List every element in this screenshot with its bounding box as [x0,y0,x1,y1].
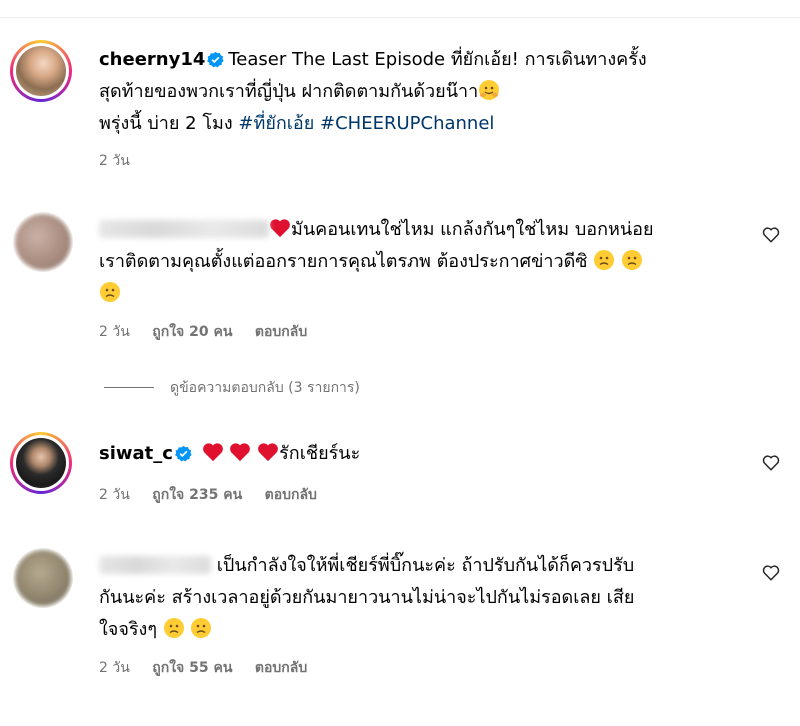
caption-text: พรุ่งนี้ บ่าย 2 โมง [99,113,233,134]
like-heart-icon[interactable] [762,564,782,584]
comment-time[interactable]: 2 วัน [99,324,130,340]
comment-text: กันนะค่ะ สร้างเวลาอยู่ด้วยกันมายาวนานไม่… [99,587,635,608]
comment-text: เราติดตามคุณตั้งแต่ออกรายการคุณไตรภพ ต้อ… [99,251,588,272]
avatar [16,438,66,488]
red-heart-icon [202,441,224,473]
comment-username[interactable]: siwat_c [99,443,173,464]
comment-text: รักเชียร์นะ [279,443,361,464]
sad-face-icon [191,618,212,638]
story-ring[interactable] [10,432,72,494]
sad-face-icon [163,618,184,638]
avatar [16,46,66,96]
divider [0,17,800,18]
red-heart-icon [229,441,251,473]
reply-button[interactable]: ตอบกลับ [265,487,317,503]
likes-count[interactable]: ถูกใจ 55 คน [152,660,232,676]
comment-text: เป็นกำลังใจให้พี่เชียร์พี่บิ๊กนะค่ะ ถ้าป… [216,555,635,576]
replies-line [104,387,154,388]
hugging-face-icon [479,80,500,100]
sad-face-icon [594,250,615,270]
post-time[interactable]: 2 วัน [99,153,130,169]
comment-time[interactable]: 2 วัน [99,660,130,676]
sad-face-icon [621,250,642,270]
avatar[interactable] [13,212,73,272]
like-heart-icon[interactable] [762,454,782,474]
comment-time[interactable]: 2 วัน [99,487,130,503]
red-heart-icon [269,217,291,249]
comment-text: ใจจริงๆ [99,619,158,640]
view-replies-label: ดูข้อความตอบกลับ (3 รายการ) [170,380,360,396]
blurred-username [99,556,211,574]
red-heart-icon [257,441,279,473]
caption-text: สุดท้ายของพวกเราที่ญี่ปุ่น ฝากติดตามกันด… [99,81,479,102]
reply-button[interactable]: ตอบกลับ [255,324,307,340]
story-ring[interactable] [10,40,72,102]
verified-icon [175,441,192,473]
view-replies-button[interactable]: ดูข้อความตอบกลับ (3 รายการ) [104,377,360,399]
post-username[interactable]: cheerny14 [99,49,205,70]
comment-text: มันคอนเทนใช่ไหม แกล้งกันๆใช่ไหม บอกหน่อย [291,219,654,240]
blurred-username [99,220,269,238]
like-heart-icon[interactable] [762,226,782,246]
hashtag-link[interactable]: #CHEERUPChannel [320,113,494,134]
hashtag-link[interactable]: #ที่ยักเอ้ย [238,113,314,134]
likes-count[interactable]: ถูกใจ 20 คน [152,324,232,340]
avatar[interactable] [13,548,73,608]
reply-button[interactable]: ตอบกลับ [255,660,307,676]
caption-text: Teaser The Last Episode ที่ยักเอ้ย! การเ… [228,49,647,70]
likes-count[interactable]: ถูกใจ 235 คน [152,487,242,503]
verified-icon [207,47,225,79]
sad-face-icon [100,282,120,302]
